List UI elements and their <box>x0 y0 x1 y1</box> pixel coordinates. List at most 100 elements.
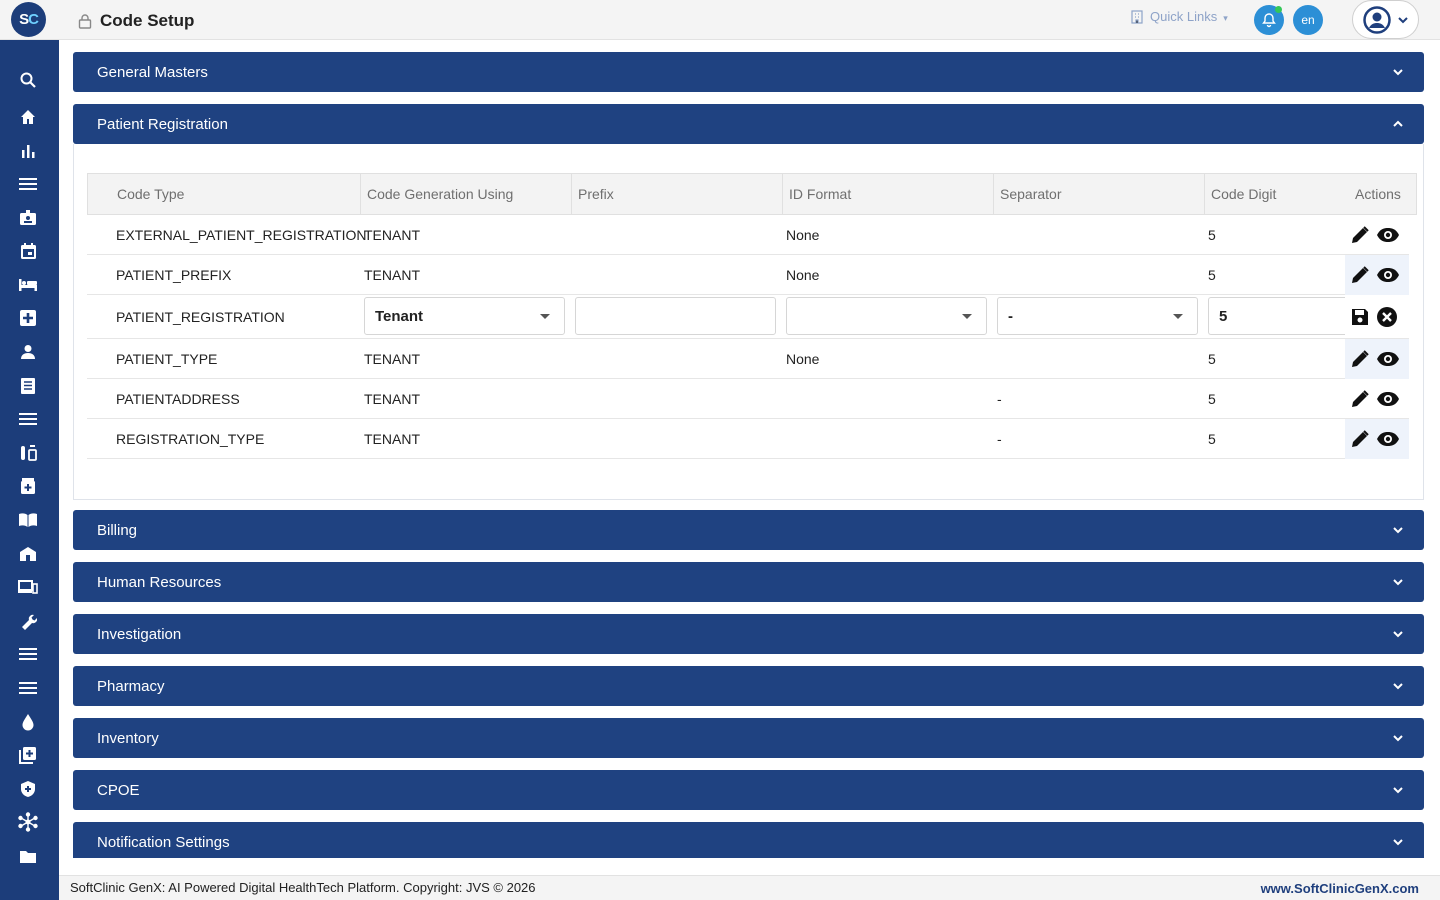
edit-pencil-icon[interactable] <box>1350 389 1370 409</box>
view-eye-icon[interactable] <box>1376 349 1400 369</box>
user-avatar-icon <box>1362 5 1391 34</box>
cell-code-generation: TENANT <box>364 431 420 447</box>
cell-code-digit: 5 <box>1208 391 1216 407</box>
panel-title: Notification Settings <box>97 833 230 851</box>
panel-title: Human Resources <box>97 573 222 591</box>
menu-icon[interactable] <box>17 408 39 430</box>
cell-code-type: PATIENTADDRESS <box>116 391 240 407</box>
footer-copyright: SoftClinic GenX: AI Powered Digital Heal… <box>70 880 536 895</box>
row-actions <box>1345 379 1409 419</box>
separator-select[interactable]: - <box>997 297 1198 335</box>
column-separator: Separator <box>993 174 1204 214</box>
library-add-icon[interactable] <box>17 744 39 766</box>
cell-separator: - <box>997 391 1002 407</box>
panel-pharmacy[interactable]: Pharmacy <box>73 666 1424 706</box>
row-actions <box>1345 255 1409 295</box>
pharmacy-box-icon[interactable] <box>17 475 39 497</box>
cell-code-generation: TENANT <box>364 351 420 367</box>
edit-pencil-icon[interactable] <box>1350 225 1370 245</box>
chevron-down-icon <box>1393 735 1403 742</box>
lab-icon[interactable] <box>17 442 39 464</box>
chevron-down-icon <box>1393 683 1403 690</box>
cell-code-digit: 5 <box>1208 431 1216 447</box>
notifications-button[interactable] <box>1254 5 1284 35</box>
prefix-input[interactable] <box>575 297 776 335</box>
panel-human-resources[interactable]: Human Resources <box>73 562 1424 602</box>
page-title: Code Setup <box>100 11 195 30</box>
logo-letter-c: C <box>28 11 39 28</box>
chevron-down-icon <box>1393 527 1403 534</box>
chevron-down-icon <box>1393 631 1403 638</box>
table-row: EXTERNAL_PATIENT_REGISTRATION TENANT Non… <box>87 215 1409 255</box>
cell-id-format: None <box>786 267 820 283</box>
folder-icon[interactable] <box>17 845 39 867</box>
chevron-down-icon <box>1393 787 1403 794</box>
search-icon[interactable] <box>17 69 39 91</box>
panel-inventory[interactable]: Inventory <box>73 718 1424 758</box>
panel-general-masters[interactable]: General Masters <box>73 52 1424 92</box>
cell-code-generation: TENANT <box>364 391 420 407</box>
edit-pencil-icon[interactable] <box>1350 349 1370 369</box>
code-generation-value: Tenant <box>375 307 424 325</box>
bar-chart-icon[interactable] <box>17 140 39 162</box>
panel-notification-settings[interactable]: Notification Settings <box>73 822 1424 858</box>
table-row: PATIENT_TYPE TENANT None 5 <box>87 339 1409 379</box>
cell-code-type: PATIENT_PREFIX <box>116 267 232 283</box>
view-eye-icon[interactable] <box>1376 429 1400 449</box>
book-icon[interactable] <box>17 509 39 531</box>
column-id-format: ID Format <box>782 174 993 214</box>
footer-website-link[interactable]: www.SoftClinicGenX.com <box>1261 881 1419 896</box>
cell-code-generation: TENANT <box>364 227 420 243</box>
chevron-down-icon <box>1393 839 1403 846</box>
app-logo[interactable]: SC <box>11 2 46 37</box>
building-icon <box>1131 9 1143 24</box>
cell-code-type: EXTERNAL_PATIENT_REGISTRATION <box>116 227 367 243</box>
code-generation-select[interactable]: Tenant <box>364 297 565 335</box>
edit-pencil-icon[interactable] <box>1350 265 1370 285</box>
column-code-type: Code Type <box>117 186 185 202</box>
building-icon[interactable] <box>17 543 39 565</box>
save-icon[interactable] <box>1350 307 1370 327</box>
language-button[interactable]: en <box>1293 5 1323 35</box>
badge-icon[interactable] <box>17 207 39 229</box>
sidebar <box>0 40 59 900</box>
devices-icon[interactable] <box>17 576 39 598</box>
chevron-down-icon <box>1393 69 1403 76</box>
column-actions: Actions <box>1355 186 1401 202</box>
bed-icon[interactable] <box>17 274 39 296</box>
dropdown-arrow-icon <box>540 314 550 319</box>
cancel-close-icon[interactable] <box>1376 306 1398 328</box>
drop-icon[interactable] <box>17 711 39 733</box>
user-menu-button[interactable] <box>1352 0 1419 39</box>
cell-code-digit: 5 <box>1208 267 1216 283</box>
person-icon[interactable] <box>17 341 39 363</box>
row-actions <box>1345 215 1409 255</box>
cell-code-digit: 5 <box>1208 351 1216 367</box>
network-icon[interactable] <box>17 811 39 833</box>
wrench-icon[interactable] <box>17 610 39 632</box>
panel-patient-registration[interactable]: Patient Registration <box>73 104 1424 144</box>
menu-icon[interactable] <box>17 677 39 699</box>
edit-pencil-icon[interactable] <box>1350 429 1370 449</box>
menu-icon[interactable] <box>17 173 39 195</box>
dropdown-arrow-icon <box>1173 314 1183 319</box>
cell-id-format: None <box>786 351 820 367</box>
panel-cpoe[interactable]: CPOE <box>73 770 1424 810</box>
view-eye-icon[interactable] <box>1376 265 1400 285</box>
medical-plus-icon[interactable] <box>17 307 39 329</box>
id-format-select[interactable] <box>786 297 987 335</box>
cell-code-type: REGISTRATION_TYPE <box>116 431 265 447</box>
home-icon[interactable] <box>17 106 39 128</box>
menu-icon[interactable] <box>17 643 39 665</box>
panel-title: Investigation <box>97 625 182 643</box>
view-eye-icon[interactable] <box>1376 225 1400 245</box>
view-eye-icon[interactable] <box>1376 389 1400 409</box>
panel-billing[interactable]: Billing <box>73 510 1424 550</box>
code-digit-value: 5 <box>1219 307 1228 325</box>
shield-plus-icon[interactable] <box>17 778 39 800</box>
code-digit-input[interactable]: 5 <box>1208 297 1345 335</box>
list-document-icon[interactable] <box>17 375 39 397</box>
calendar-icon[interactable] <box>17 240 39 262</box>
quick-links-menu[interactable]: Quick Links ▾ <box>1130 9 1228 24</box>
panel-investigation[interactable]: Investigation <box>73 614 1424 654</box>
